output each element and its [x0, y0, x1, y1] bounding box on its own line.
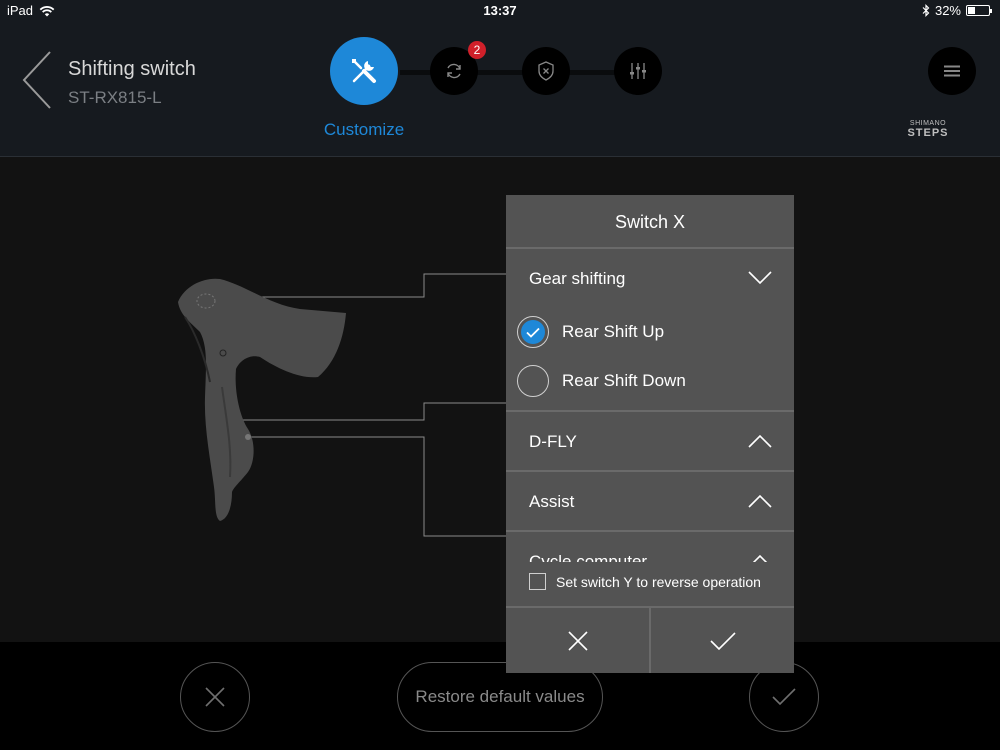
status-bar: iPad 13:37 32% [0, 0, 1000, 22]
step-customize-label: Customize [323, 120, 405, 139]
step-settings[interactable] [614, 47, 662, 95]
bluetooth-icon [922, 4, 930, 17]
radio-button-selected[interactable] [517, 316, 549, 348]
dialog-confirm-button[interactable] [651, 608, 794, 673]
clock: 13:37 [483, 3, 517, 18]
option-rear-shift-down[interactable]: Rear Shift Down [517, 365, 686, 397]
shift-lever-illustration [178, 273, 506, 537]
menu-button[interactable] [928, 47, 976, 95]
reverse-operation-checkbox[interactable] [529, 573, 546, 590]
dialog-title: Switch X [506, 195, 794, 249]
option-rear-shift-up[interactable]: Rear Shift Up [517, 316, 664, 348]
section-cycle-computer[interactable]: Cycle computer [506, 532, 794, 562]
gear-shifting-options: Rear Shift Up Rear Shift Down [506, 307, 794, 412]
shield-icon [538, 61, 554, 81]
section-label: Gear shifting [529, 269, 626, 288]
chevron-down-icon [748, 271, 772, 285]
section-label: Assist [529, 492, 575, 511]
step-navigation: 2 [330, 37, 670, 107]
battery-icon [966, 5, 992, 16]
section-label: Cycle computer [529, 552, 648, 562]
check-icon [526, 327, 540, 338]
step-update[interactable]: 2 [430, 41, 486, 95]
brand-logo: SHIMANO STEPS [907, 120, 949, 139]
battery-percent: 32% [934, 3, 961, 18]
bottom-bar: Restore default values [0, 642, 1000, 750]
dialog-cancel-button[interactable] [506, 608, 651, 673]
check-icon [772, 688, 796, 706]
main-area [0, 157, 1000, 642]
close-icon [567, 630, 588, 651]
section-gear-shifting[interactable]: Gear shifting [506, 249, 794, 309]
option-label: Rear Shift Down [562, 371, 686, 390]
page-title: Shifting switch [68, 58, 196, 80]
option-label: Rear Shift Up [562, 322, 665, 341]
refresh-icon [447, 63, 461, 79]
reverse-operation-label: Set switch Y to reverse operation [556, 573, 761, 590]
sliders-icon [630, 63, 646, 79]
update-badge: 2 [468, 41, 486, 59]
switch-dialog: Switch X Gear shifting Rear Shift Up Rea… [506, 195, 794, 673]
cancel-button[interactable] [180, 662, 250, 732]
radio-button[interactable] [517, 365, 549, 397]
step-customize[interactable] [330, 37, 398, 105]
header: Shifting switch ST-RX815-L 2 Customize S… [0, 22, 1000, 157]
section-label: D-FLY [529, 432, 577, 451]
page-subtitle: ST-RX815-L [68, 88, 162, 107]
step-diagnose[interactable] [522, 47, 570, 95]
section-d-fly[interactable]: D-FLY [506, 412, 794, 472]
reverse-operation-row[interactable]: Set switch Y to reverse operation [529, 573, 761, 590]
dialog-actions [506, 606, 794, 673]
menu-icon [944, 65, 960, 77]
chevron-up-icon [748, 434, 772, 448]
check-icon [709, 631, 736, 650]
section-assist[interactable]: Assist [506, 472, 794, 532]
chevron-up-icon [748, 494, 772, 508]
chevron-up-icon [752, 554, 768, 562]
close-icon [205, 687, 225, 707]
back-chevron-icon[interactable] [18, 50, 58, 110]
tools-icon [352, 59, 376, 83]
